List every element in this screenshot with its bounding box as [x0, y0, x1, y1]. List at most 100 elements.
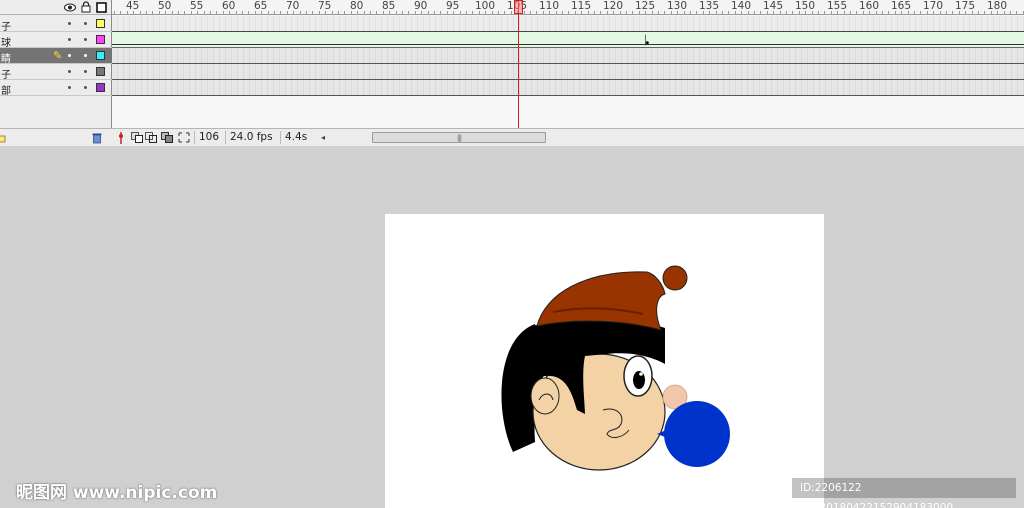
- lock-icon[interactable]: [80, 1, 92, 13]
- layer-row[interactable]: 球: [0, 32, 112, 49]
- ruler-tick: [127, 11, 128, 14]
- layer-row[interactable]: 子: [0, 64, 112, 81]
- ruler-tick: [978, 11, 979, 14]
- ruler-tick: [1010, 11, 1011, 14]
- ruler-tick: [748, 11, 749, 14]
- layer-row[interactable]: 部: [0, 80, 112, 97]
- ruler-tick: [216, 11, 217, 14]
- ruler-tick: [773, 11, 774, 14]
- onion-outline-icon[interactable]: [145, 131, 157, 144]
- lock-dot[interactable]: [84, 86, 87, 89]
- ruler-tick: [818, 11, 819, 14]
- ruler-tick: [581, 11, 582, 14]
- ruler-tick: [415, 11, 416, 14]
- scrollbar-grip-icon[interactable]: |||: [457, 134, 462, 142]
- ruler-tick: [831, 11, 832, 14]
- layer-row[interactable]: 子: [0, 16, 112, 33]
- frame-grid[interactable]: [112, 16, 1024, 128]
- edit-multiple-frames-icon[interactable]: [161, 131, 173, 144]
- ruler-tick: [645, 11, 646, 14]
- ruler-tick: [684, 11, 685, 14]
- ruler-tick: [300, 11, 301, 14]
- lock-dot[interactable]: [84, 22, 87, 25]
- scroll-left-arrow-icon[interactable]: ◂: [317, 131, 329, 144]
- ruler-tick: [652, 11, 653, 14]
- visibility-dot[interactable]: [68, 86, 71, 89]
- frame-track[interactable]: [112, 16, 1024, 32]
- frame-ruler[interactable]: 4550556065707580859095100105110115120125…: [112, 0, 1024, 15]
- current-frame-field[interactable]: 106: [194, 131, 224, 144]
- ruler-tick: [664, 11, 665, 14]
- ruler-tick: [767, 11, 768, 14]
- visibility-dot[interactable]: [68, 38, 71, 41]
- ruler-tick: [319, 11, 320, 14]
- folder-icon[interactable]: [0, 131, 6, 144]
- layer-color-swatch[interactable]: [96, 35, 105, 44]
- pupil-shape: [633, 371, 645, 389]
- ruler-tick: [293, 11, 294, 14]
- eye-icon[interactable]: [64, 1, 76, 13]
- horizontal-scrollbar[interactable]: |||: [372, 132, 546, 143]
- visibility-dot[interactable]: [68, 70, 71, 73]
- ruler-tick: [485, 11, 486, 14]
- ruler-tick: [549, 11, 550, 14]
- stage-canvas[interactable]: [385, 214, 824, 508]
- ruler-tick: [472, 11, 473, 14]
- ruler-tick: [850, 11, 851, 14]
- tween-arrow: [112, 44, 1024, 45]
- visibility-dot[interactable]: [68, 22, 71, 25]
- ruler-tick: [671, 11, 672, 14]
- ruler-tick: [364, 11, 365, 14]
- ruler-tick: [556, 11, 557, 14]
- ruler-tick: [396, 11, 397, 14]
- character-illustration[interactable]: [385, 214, 824, 508]
- ruler-tick: [325, 11, 326, 14]
- ruler-tick: [780, 11, 781, 14]
- visibility-dot[interactable]: [68, 54, 71, 57]
- ruler-tick: [1004, 11, 1005, 14]
- frame-rate-field[interactable]: 24.0 fps: [225, 131, 273, 144]
- frame-track[interactable]: [112, 48, 1024, 64]
- ruler-tick: [159, 11, 160, 14]
- outline-icon[interactable]: [95, 1, 107, 13]
- ruler-tick: [357, 11, 358, 14]
- keyframe-icon[interactable]: [642, 32, 650, 48]
- ruler-tick: [940, 11, 941, 14]
- layer-color-swatch[interactable]: [96, 19, 105, 28]
- layer-color-swatch[interactable]: [96, 67, 105, 76]
- onion-skin-icon[interactable]: [131, 131, 143, 144]
- layer-name: 子: [1, 22, 11, 33]
- playhead-handle[interactable]: [514, 0, 523, 14]
- lock-dot[interactable]: [84, 70, 87, 73]
- ruler-tick: [972, 11, 973, 14]
- hat-pompom-shape: [662, 265, 688, 291]
- layer-row-selected[interactable]: 睛 ✎: [0, 48, 112, 65]
- ruler-tick: [901, 11, 902, 14]
- layer-color-swatch[interactable]: [96, 83, 105, 92]
- frame-track[interactable]: [112, 80, 1024, 96]
- trash-icon[interactable]: [91, 131, 103, 144]
- modify-markers-icon[interactable]: [178, 131, 190, 144]
- layer-color-swatch[interactable]: [96, 51, 105, 60]
- ruler-tick: [709, 11, 710, 14]
- ruler-tick: [428, 11, 429, 14]
- frame-track-tween[interactable]: [112, 32, 1024, 48]
- ruler-tick: [440, 11, 441, 14]
- center-frame-icon[interactable]: [115, 131, 127, 144]
- ruler-tick: [383, 11, 384, 14]
- layer-header: [0, 0, 111, 15]
- frame-track[interactable]: [112, 64, 1024, 80]
- ruler-tick: [223, 11, 224, 14]
- ruler-tick: [639, 11, 640, 14]
- ruler-tick: [1016, 11, 1017, 14]
- ruler-tick: [933, 11, 934, 14]
- lock-dot[interactable]: [84, 54, 87, 57]
- ruler-tick: [460, 11, 461, 14]
- ruler-tick: [312, 11, 313, 14]
- timeline-panel: 子 球 睛 ✎ 子 部 45 50 55 60 65 70 75 80 85 9…: [0, 0, 1024, 146]
- lock-dot[interactable]: [84, 38, 87, 41]
- ruler-tick: [268, 11, 269, 14]
- ruler-tick: [146, 11, 147, 14]
- ruler-tick: [888, 11, 889, 14]
- ruler-tick: [197, 11, 198, 14]
